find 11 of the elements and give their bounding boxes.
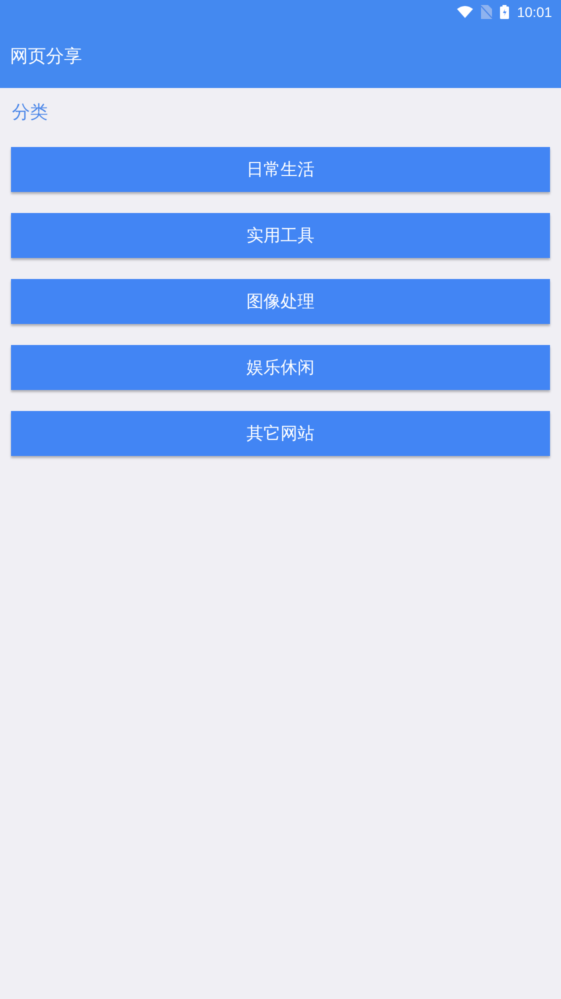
app-title: 网页分享 bbox=[10, 45, 82, 68]
category-button[interactable]: 日常生活 bbox=[11, 147, 550, 192]
status-time: 10:01 bbox=[516, 4, 552, 20]
no-sim-icon bbox=[480, 5, 492, 19]
battery-icon bbox=[500, 5, 509, 19]
wifi-icon bbox=[456, 6, 473, 18]
category-button[interactable]: 娱乐休闲 bbox=[11, 345, 550, 390]
section-title: 分类 bbox=[12, 101, 48, 125]
category-button[interactable]: 图像处理 bbox=[11, 279, 550, 324]
category-button[interactable]: 实用工具 bbox=[11, 213, 550, 258]
category-button[interactable]: 其它网站 bbox=[11, 411, 550, 456]
